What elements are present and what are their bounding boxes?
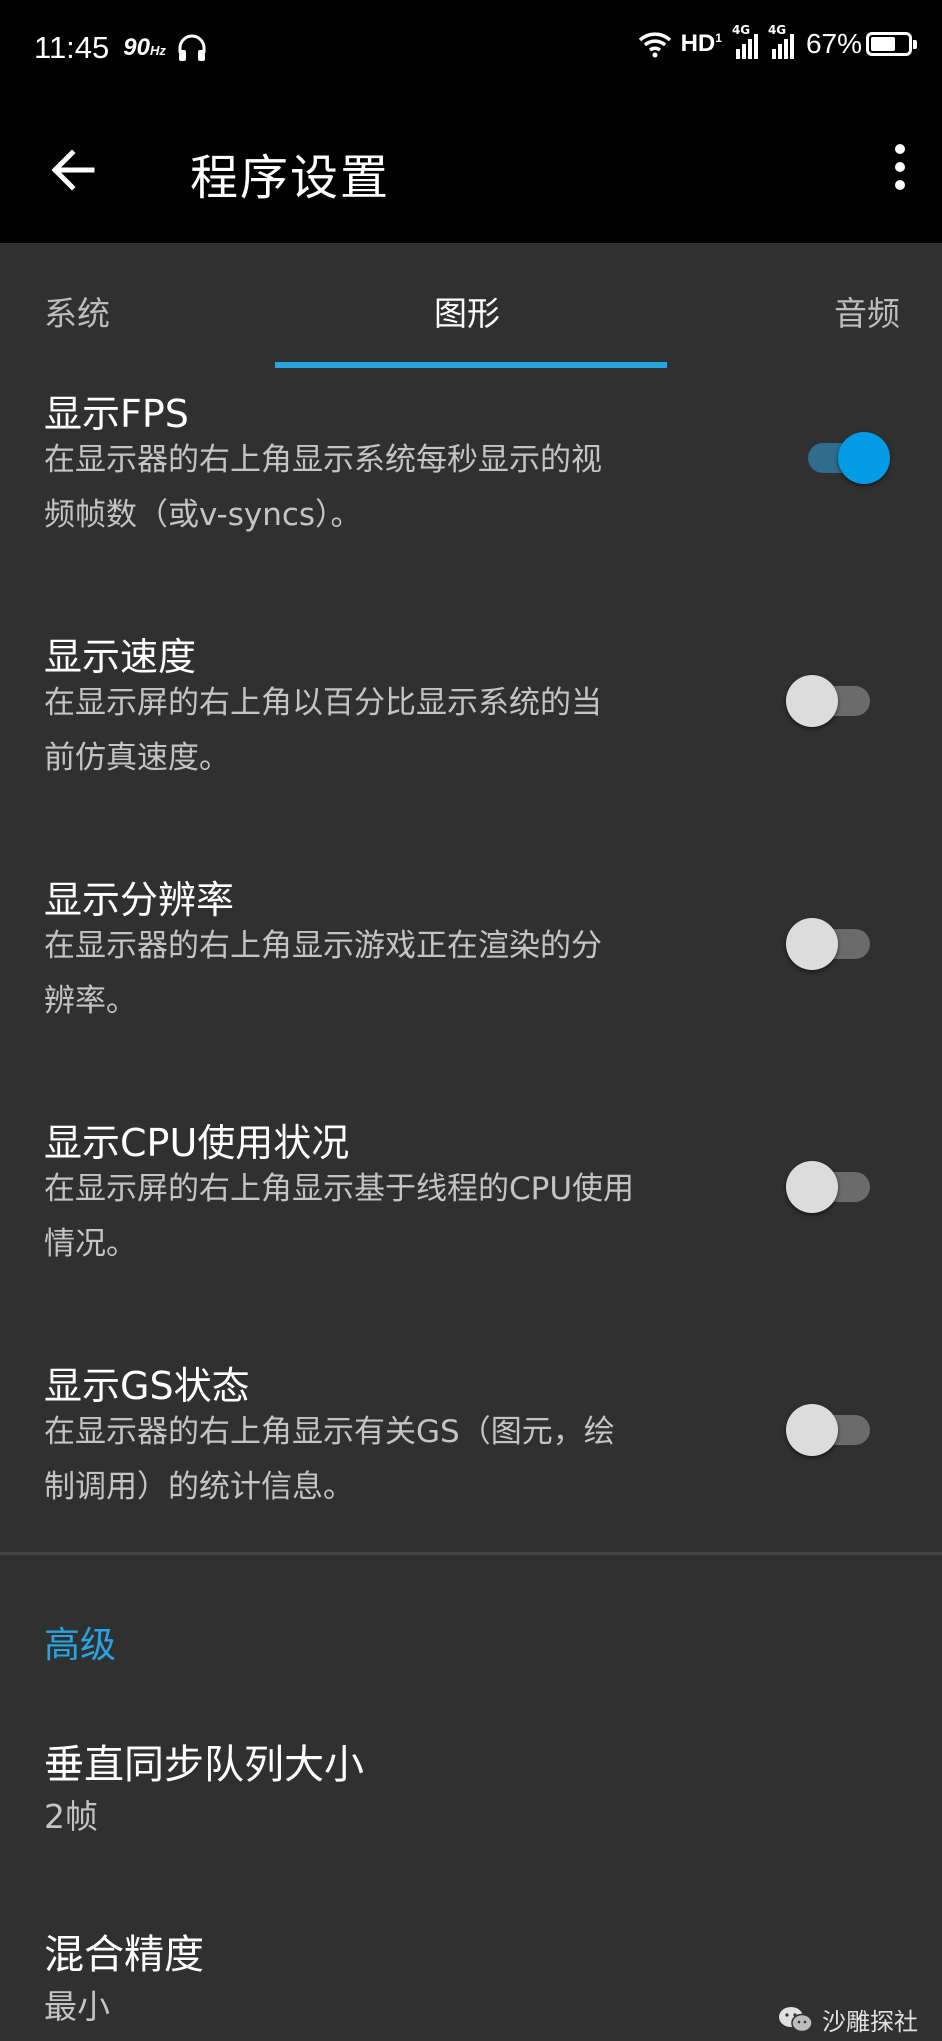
toggle-thumb [786,918,838,970]
show-gs-stats-toggle[interactable] [782,1396,892,1458]
setting-description: 在显示屏的右上角显示基于线程的CPU使用 情况。 [44,1162,734,1272]
setting-show-speed[interactable]: 显示速度 在显示屏的右上角以百分比显示系统的当 前仿真速度。 [0,612,942,842]
setting-description-line: 在显示器的右上角显示游戏正在渲染的分 [44,928,602,964]
battery-fill [871,37,895,51]
setting-show-resolution[interactable]: 显示分辨率 在显示器的右上角显示游戏正在渲染的分 辨率。 [0,855,942,1085]
toggle-thumb [786,1404,838,1456]
setting-description-line: 在显示器的右上角显示有关GS（图元，绘 [44,1414,615,1450]
setting-description: 在显示器的右上角显示系统每秒显示的视 频帧数（或v-syncs）。 [44,433,734,543]
setting-description: 在显示屏的右上角以百分比显示系统的当 前仿真速度。 [44,676,734,786]
wifi-icon [638,32,671,58]
pref-value: 2帧 [44,1797,98,1836]
toggle-thumb [786,675,838,727]
pref-title: 混合精度 [44,1932,204,1978]
watermark: 沙雕探社 [778,2002,918,2037]
headphone-icon [178,34,206,61]
setting-description-line: 制调用）的统计信息。 [44,1469,354,1505]
setting-description-line: 在显示器的右上角显示系统每秒显示的视 [44,442,602,478]
setting-title: 显示GS状态 [44,1364,250,1408]
setting-title: 显示FPS [44,392,189,436]
setting-title: 显示速度 [44,635,197,679]
toolbar: 程序设置 [0,100,942,243]
show-resolution-toggle[interactable] [782,910,892,972]
status-time: 11:45 [34,30,110,65]
setting-description-line: 频帧数（或v-syncs）。 [44,497,362,533]
setting-description-line: 前仿真速度。 [44,740,230,776]
setting-description-line: 辨率。 [44,983,137,1019]
wechat-icon [779,2006,813,2032]
tab-graphics[interactable]: 图形 [434,287,500,335]
pref-vsync-queue-size[interactable]: 垂直同步队列大小 2帧 [0,1710,942,1850]
status-bar-left: 11:45 90Hz [34,30,208,66]
setting-description-line: 在显示屏的右上角显示基于线程的CPU使用 [44,1171,635,1207]
setting-description-line: 在显示屏的右上角以百分比显示系统的当 [44,685,602,721]
section-header-advanced: 高级 [44,1625,117,1666]
network-type-2: 4G [767,23,787,37]
page-title: 程序设置 [190,150,391,206]
battery-icon [866,32,917,56]
hd-sup: 1 [715,31,722,45]
section-divider [0,1552,942,1555]
show-speed-toggle[interactable] [782,667,892,729]
setting-description-line: 情况。 [44,1226,137,1262]
hd-label: HD [680,30,716,57]
tab-audio[interactable]: 音频 [834,287,900,335]
watermark-text: 沙雕探社 [822,2008,918,2036]
setting-title: 显示CPU使用状况 [44,1121,350,1165]
arrow-left-icon[interactable] [42,140,102,200]
signal-strength-1-icon: 4G [732,23,758,59]
setting-title: 显示分辨率 [44,878,235,922]
status-bar-right: HD1 4G 4G 67% [637,23,917,60]
setting-show-cpu-usage[interactable]: 显示CPU使用状况 在显示屏的右上角显示基于线程的CPU使用 情况。 [0,1098,942,1328]
network-type-1: 4G [731,23,751,37]
pref-title: 垂直同步队列大小 [44,1742,364,1788]
tab-bar: 系统 图形 音频 [0,243,942,369]
setting-show-fps[interactable]: 显示FPS 在显示器的右上角显示系统每秒显示的视 频帧数（或v-syncs）。 [0,369,942,599]
more-vertical-icon[interactable] [892,144,908,198]
hd-voice-indicator: HD1 [681,30,722,58]
toggle-thumb [838,432,890,484]
tab-indicator [275,362,667,368]
battery-percent: 67% [805,28,862,59]
setting-description: 在显示器的右上角显示游戏正在渲染的分 辨率。 [44,919,734,1029]
refresh-rate-indicator: 90Hz [123,34,166,62]
app-root: 11:45 90Hz HD1 4G 4G 67% 程序设置 系统 图形 音频 显… [0,0,942,2041]
tab-system[interactable]: 系统 [44,287,110,335]
refresh-rate-value: 90 [123,34,150,61]
setting-description: 在显示器的右上角显示有关GS（图元，绘 制调用）的统计信息。 [44,1405,734,1515]
show-fps-toggle[interactable] [782,424,892,486]
setting-show-gs-stats[interactable]: 显示GS状态 在显示器的右上角显示有关GS（图元，绘 制调用）的统计信息。 [0,1341,942,1551]
refresh-rate-unit: Hz [149,43,166,58]
show-cpu-usage-toggle[interactable] [782,1153,892,1215]
pref-value: 最小 [44,1987,110,2026]
status-bar: 11:45 90Hz HD1 4G 4G 67% [0,0,942,100]
toggle-thumb [786,1161,838,1213]
signal-strength-2-icon: 4G [768,23,794,59]
